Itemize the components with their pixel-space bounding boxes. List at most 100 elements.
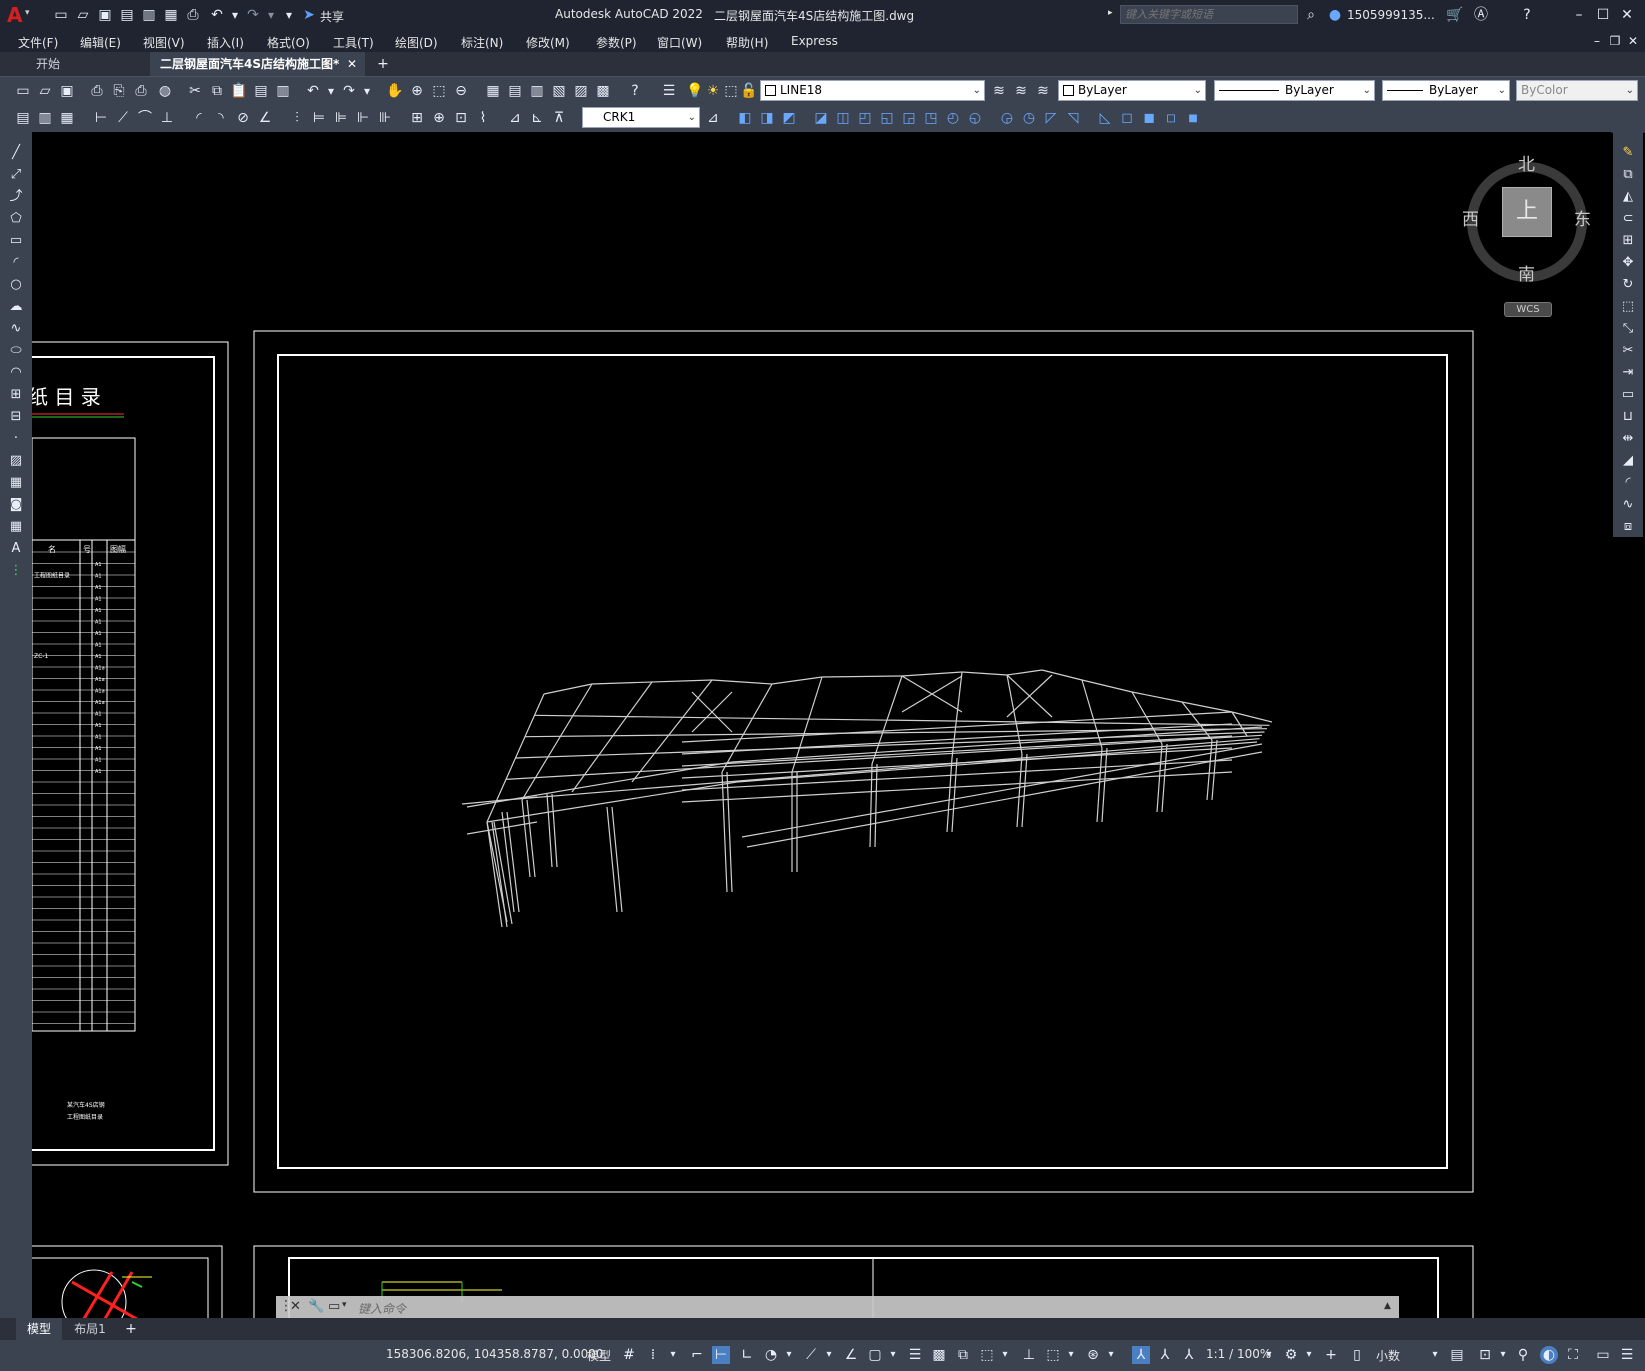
close-icon[interactable]: ✕ [1618,6,1636,24]
jogged-dimension-icon[interactable]: ◝ [212,109,230,127]
design-center-icon[interactable]: ▤ [506,82,524,100]
layer-viewport-icon[interactable]: ⬚ [722,82,740,100]
annotation-monitor-icon[interactable]: + [1322,1346,1340,1364]
menu-view[interactable]: 视图(V) [143,34,185,51]
union-icon[interactable]: ◧ [736,109,754,127]
blend-curves-icon[interactable]: ∿ [1619,496,1637,514]
zoom-previous-icon[interactable]: ⊖ [452,82,470,100]
clean-screen-icon[interactable]: ⛶ [1564,1346,1582,1364]
menu-format[interactable]: 格式(O) [267,34,310,51]
menu-parametric[interactable]: 参数(P) [596,34,637,51]
menu-modify[interactable]: 修改(M) [526,34,570,51]
solid-edit-icon[interactable]: ◾ [1184,109,1202,127]
redo-dropdown-icon[interactable]: ▾ [262,6,280,24]
plot-icon[interactable]: ⎙ [88,82,106,100]
dimension-break-icon[interactable]: ⊪ [376,109,394,127]
menu-help[interactable]: 帮助(H) [726,34,768,51]
snap-dropdown-icon[interactable]: ▾ [664,1346,682,1364]
tab-layout1[interactable]: 布局1 [64,1318,116,1340]
minimize-icon[interactable]: – [1570,6,1588,24]
command-close-icon[interactable]: ✕ [290,1299,301,1314]
command-history-icon[interactable]: ▲ [1384,1301,1391,1311]
ortho-icon[interactable]: ∟ [738,1346,756,1364]
radius-dimension-icon[interactable]: ◜ [190,109,208,127]
publish-icon[interactable]: ▦ [162,6,180,24]
color-dropdown[interactable]: ByLayer ⌄ [1058,80,1206,101]
stretch-icon[interactable]: ⤡ [1619,320,1637,338]
layer-unlock-icon[interactable]: 🔓 [740,82,758,100]
dimension-edit-icon[interactable]: ⊿ [506,109,524,127]
aligned-dimension-icon[interactable]: ⟋ [114,109,132,127]
hatch-icon[interactable]: ▨ [7,452,25,470]
tab-document[interactable]: 二层钢屋面汽车4S店结构施工图* ✕ [150,52,365,76]
circle-icon[interactable]: ○ [7,276,25,294]
multiline-text-icon[interactable]: A [7,540,25,558]
markup-icon[interactable]: ▨ [572,82,590,100]
layer-thaw-icon[interactable]: ☀ [704,82,722,100]
object-snap-dropdown-icon[interactable]: ▾ [884,1346,902,1364]
array-icon[interactable]: ⊞ [1619,232,1637,250]
app-logo[interactable]: A [7,3,22,27]
offset-faces-icon[interactable]: ◰ [856,109,874,127]
zoom-realtime-icon[interactable]: ⊕ [408,82,426,100]
fullscreen-icon[interactable]: ▭ [1594,1346,1612,1364]
angular-dimension-icon[interactable]: ∠ [256,109,274,127]
dimension-text-edit-icon[interactable]: ⊾ [528,109,546,127]
redo-dropdown-icon[interactable]: ▾ [358,82,376,100]
color-faces-icon[interactable]: ◵ [966,109,984,127]
object-snap-tracking-icon[interactable]: ∠ [842,1346,860,1364]
snap-icon[interactable]: ⁞ [644,1346,662,1364]
rotate-icon[interactable]: ↻ [1619,276,1637,294]
offset-icon[interactable]: ⊂ [1619,210,1637,228]
arc-length-icon[interactable]: ⌒ [136,109,154,127]
interfere-icon[interactable]: ◽ [1162,109,1180,127]
new-icon[interactable]: ▭ [14,82,32,100]
linear-dimension-icon[interactable]: ⊢ [92,109,110,127]
quick-dimension-icon[interactable]: ⫶ [288,109,306,127]
gizmo-icon[interactable]: ⊛ [1084,1346,1102,1364]
mirror-icon[interactable]: ◭ [1619,188,1637,206]
units-value[interactable]: 小数 [1376,1347,1400,1364]
user-name[interactable]: 1505999135... [1347,8,1435,22]
rotate-faces-icon[interactable]: ◲ [900,109,918,127]
layer-previous-icon[interactable]: ≋ [1012,82,1030,100]
3d-print-icon[interactable]: ◍ [156,82,174,100]
dynamic-input-icon[interactable]: ⊢ [712,1346,730,1364]
ellipse-icon[interactable]: ⬭ [7,342,25,360]
layer-properties-icon[interactable]: ☰ [660,82,678,100]
menu-dimension[interactable]: 标注(N) [461,34,503,51]
insert-block-icon[interactable]: ⊞ [7,386,25,404]
infer-constraints-icon[interactable]: ⌐ [688,1346,706,1364]
doc-close-icon[interactable]: ✕ [1624,32,1642,50]
viewcube-north[interactable]: 北 [1518,150,1535,175]
subtract-icon[interactable]: ◨ [758,109,776,127]
scale-icon[interactable]: ⬚ [1619,298,1637,316]
make-block-icon[interactable]: ⊟ [7,408,25,426]
undo-icon[interactable]: ↶ [208,6,226,24]
layer-dropdown[interactable]: LINE18 ⌄ [760,80,985,101]
open-folder-icon[interactable]: ▱ [74,6,92,24]
polar-dropdown-icon[interactable]: ▾ [780,1346,798,1364]
make-current-layer-icon[interactable]: ≋ [990,82,1008,100]
section-icon[interactable]: ◼ [1140,109,1158,127]
table-icon[interactable]: ▦ [7,518,25,536]
layer-states-icon[interactable]: ≋ [1034,82,1052,100]
copy-object-icon[interactable]: ⧉ [1619,166,1637,184]
3d-osnap-dropdown-icon[interactable]: ▾ [996,1346,1014,1364]
revision-cloud-icon[interactable]: ☁ [7,298,25,316]
polar-tracking-icon[interactable]: ◔ [762,1346,780,1364]
taper-faces-icon[interactable]: ◳ [922,109,940,127]
polygon-icon[interactable]: ⬠ [7,210,25,228]
units-icon[interactable]: ▯ [1348,1346,1366,1364]
menu-insert[interactable]: 插入(I) [207,34,244,51]
calculator-icon[interactable]: ▩ [594,82,612,100]
cart-icon[interactable]: 🛒 [1446,6,1464,24]
scale-dropdown-icon[interactable]: ▾ [1260,1346,1278,1364]
match-properties-icon[interactable]: ▤ [252,82,270,100]
move-icon[interactable]: ✥ [1619,254,1637,272]
spline-icon[interactable]: ∿ [7,320,25,338]
add-layout-icon[interactable]: + [122,1320,140,1338]
lineweight-dropdown[interactable]: ByLayer ⌄ [1382,80,1510,101]
delete-faces-icon[interactable]: ◱ [878,109,896,127]
dimension-update-2-icon[interactable]: ⊼ [550,109,568,127]
